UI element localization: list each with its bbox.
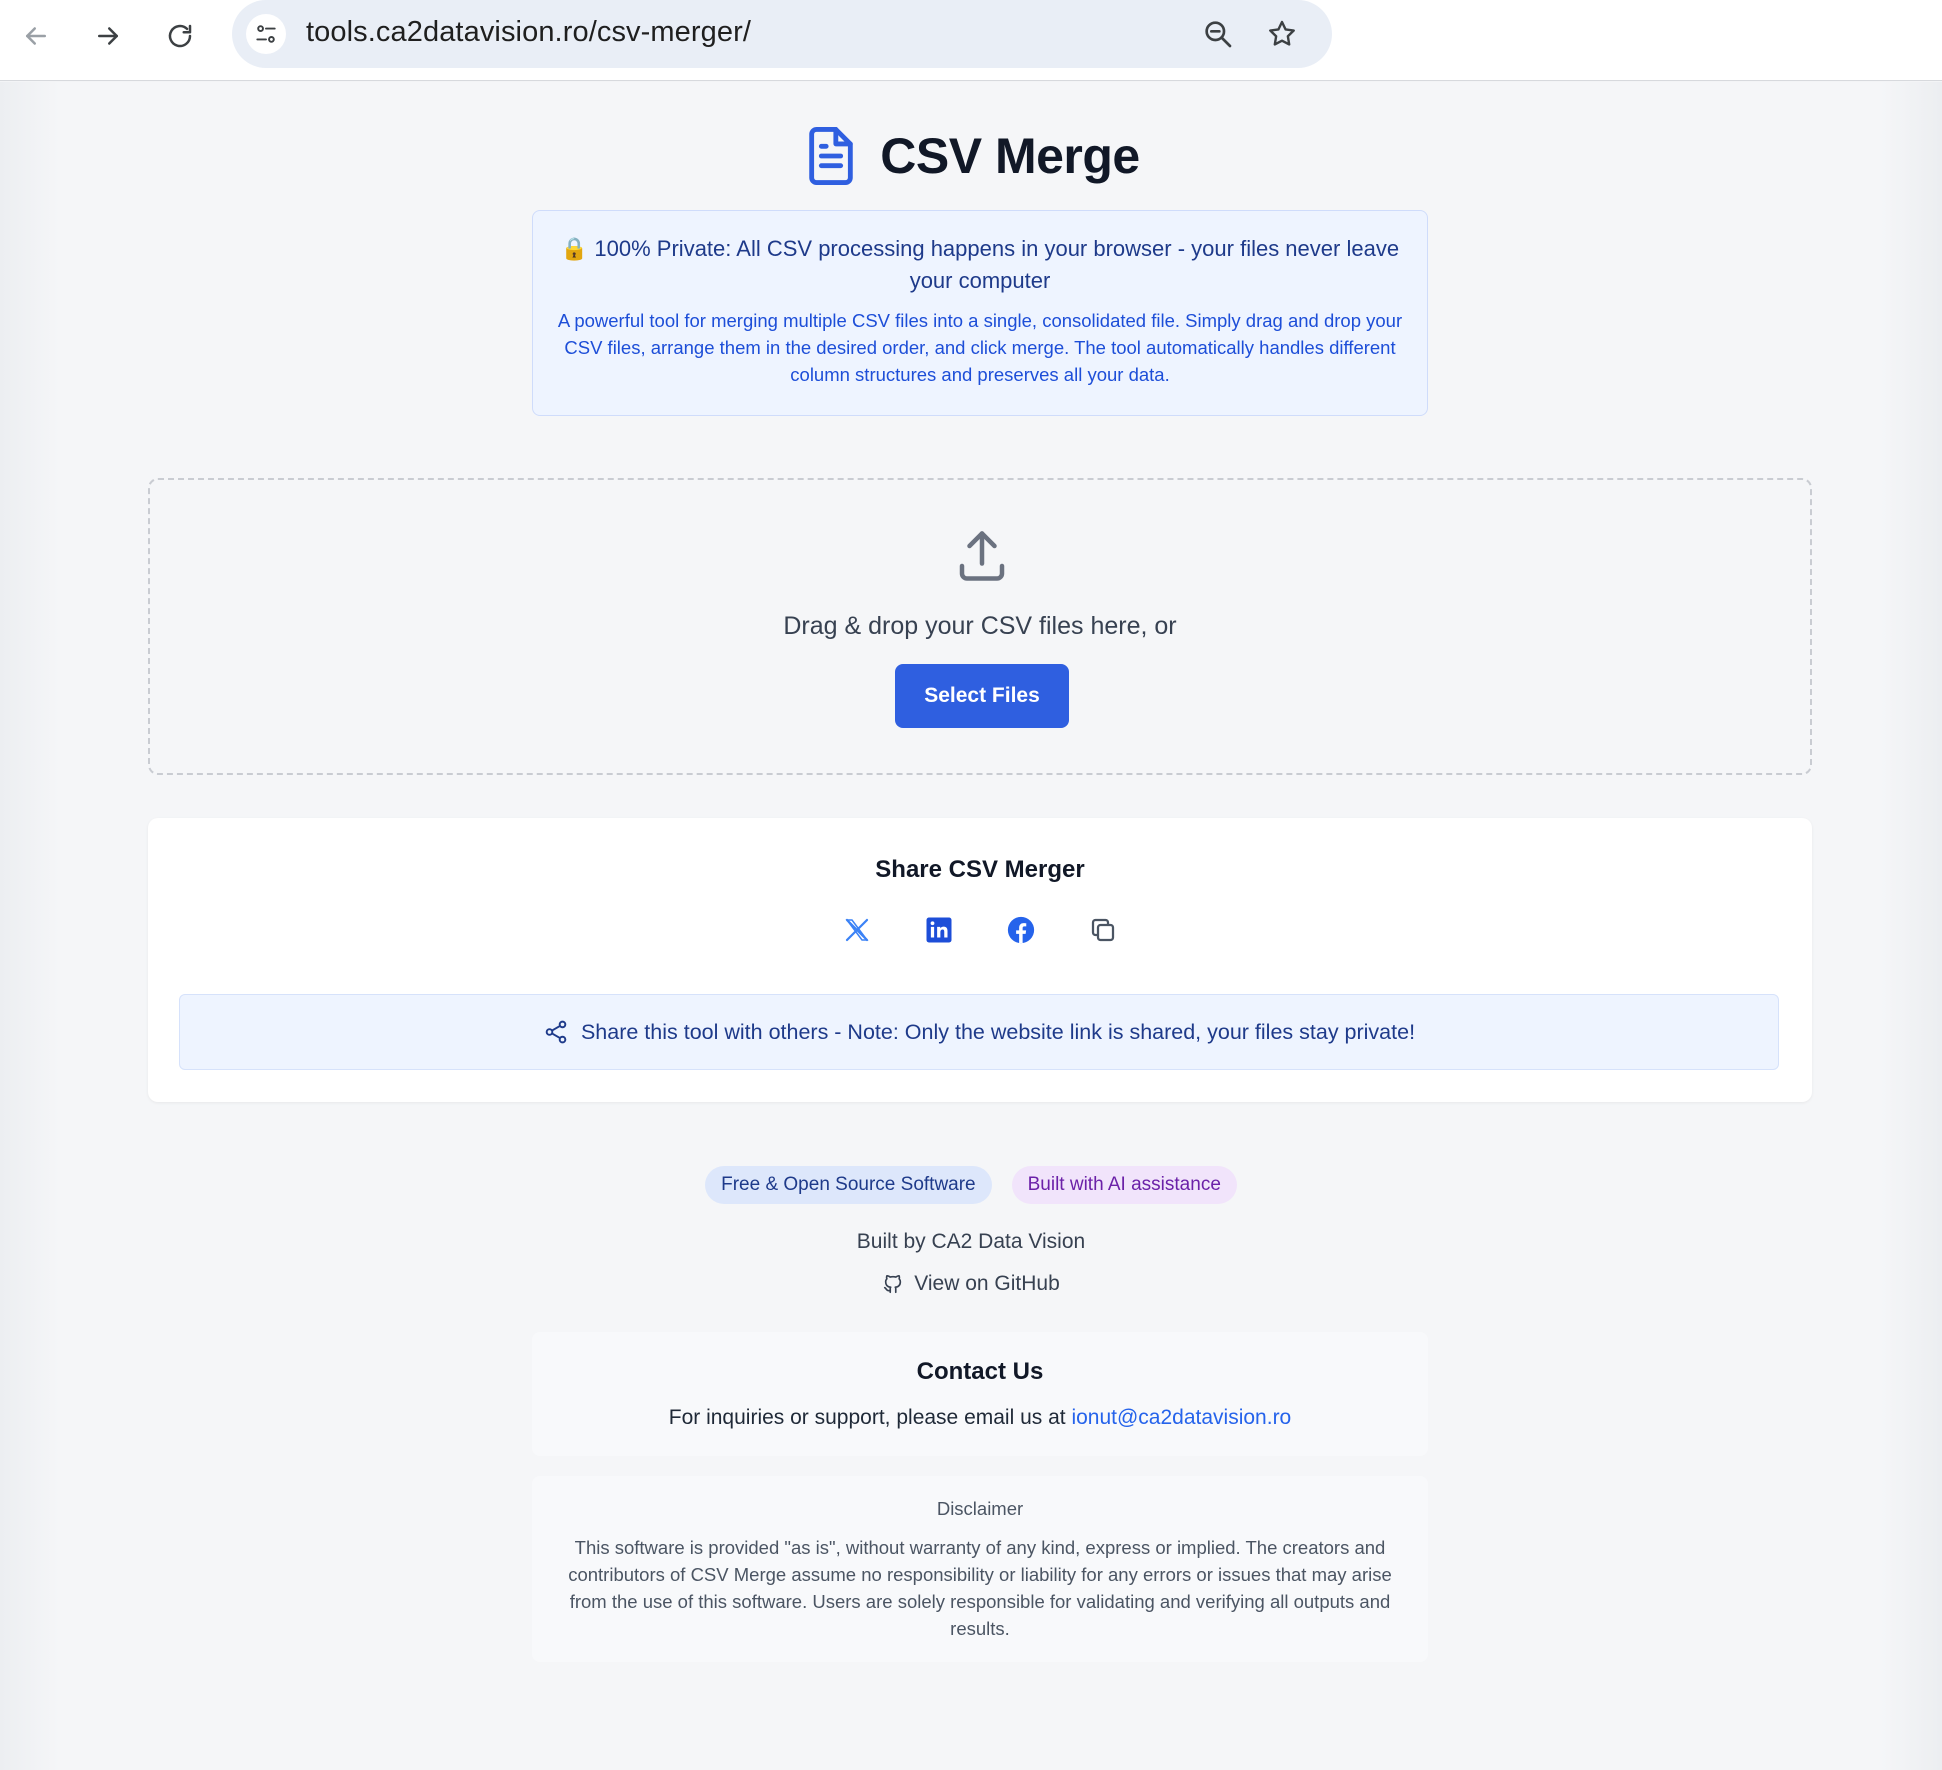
linkedin-icon[interactable] [923,914,955,946]
share-note: Share this tool with others - Note: Only… [179,994,1779,1070]
github-link-label[interactable]: View on GitHub [914,1272,1060,1296]
share-icons [148,914,1812,946]
badge-open-source: Free & Open Source Software [705,1166,992,1204]
site-settings-icon[interactable] [246,14,286,54]
x-twitter-icon[interactable] [841,914,873,946]
contact-text: For inquiries or support, please email u… [668,1406,1072,1429]
forward-arrow-icon[interactable] [86,14,130,58]
tool-description: A powerful tool for merging multiple CSV… [557,310,1403,385]
url-text[interactable]: tools.ca2datavision.ro/csv-merger/ [306,16,751,49]
back-arrow-icon[interactable] [14,14,58,58]
github-link[interactable]: View on GitHub [0,1272,1942,1296]
bookmark-star-icon[interactable] [1262,14,1302,54]
file-dropzone[interactable]: Drag & drop your CSV files here, or Sele… [148,478,1812,775]
built-by-text: Built by CA2 Data Vision [856,1230,1086,1253]
disclaimer-section: Disclaimer This software is provided "as… [532,1476,1428,1662]
upload-icon [959,531,1005,581]
disclaimer-text: This software is provided "as is", witho… [568,1537,1392,1639]
disclaimer-title: Disclaimer [936,1498,1024,1519]
share-card: Share CSV Merger Share this tool with ot… [148,818,1812,1102]
dropzone-text: Drag & drop your CSV files here, or [783,612,1177,640]
reload-icon[interactable] [158,14,202,58]
facebook-icon[interactable] [1005,914,1037,946]
privacy-headline: 🔒 100% Private: All CSV processing happe… [560,236,1400,293]
privacy-notice: 🔒 100% Private: All CSV processing happe… [532,210,1428,416]
page-content: CSV Merge 🔒 100% Private: All CSV proces… [0,82,1942,1770]
github-icon [884,1274,902,1294]
footer-badges: Free & Open Source Software Built with A… [0,1166,1942,1204]
zoom-icon[interactable] [1198,14,1238,54]
page-title: CSV Merge [880,128,1140,184]
browser-toolbar: tools.ca2datavision.ro/csv-merger/ [0,0,1942,81]
select-files-button[interactable]: Select Files [895,664,1069,728]
share-icon [545,1020,567,1044]
page-header: CSV Merge [0,124,1942,188]
contact-section: Contact Us For inquiries or support, ple… [532,1332,1428,1456]
share-title: Share CSV Merger [875,856,1085,883]
contact-email-link[interactable]: ionut@ca2datavision.ro [1071,1406,1291,1429]
address-bar[interactable]: tools.ca2datavision.ro/csv-merger/ [232,0,1332,68]
contact-line: For inquiries or support, please email u… [532,1406,1428,1430]
share-note-text: Share this tool with others - Note: Only… [580,1019,1416,1044]
contact-title: Contact Us [916,1358,1044,1385]
badge-ai-assistance: Built with AI assistance [1011,1166,1237,1204]
document-icon [809,126,854,185]
copy-link-icon[interactable] [1087,914,1119,946]
